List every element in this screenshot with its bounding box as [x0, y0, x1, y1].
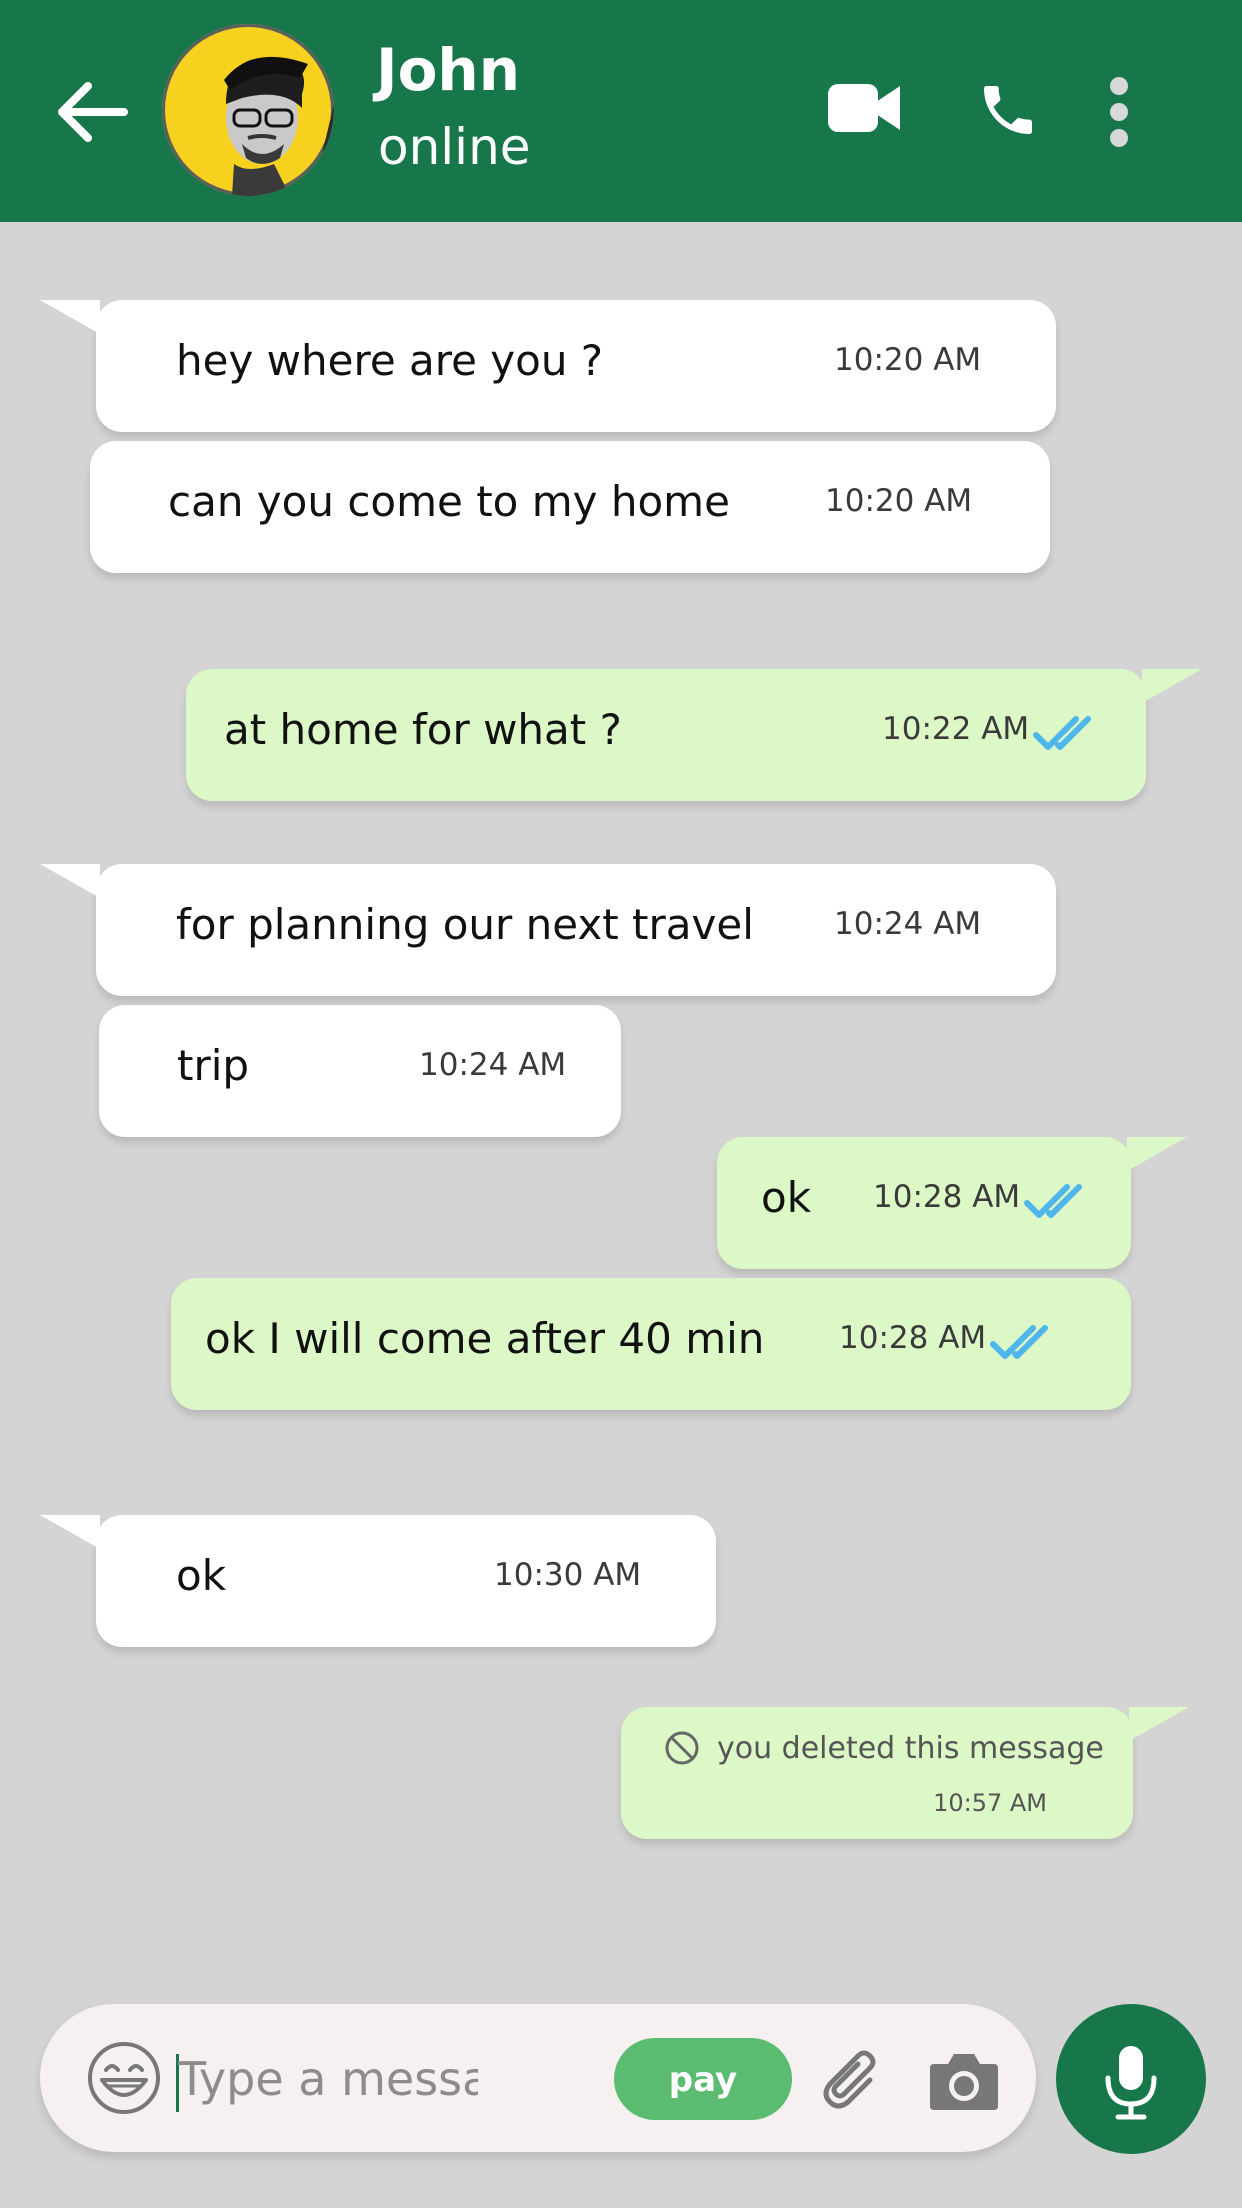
message-text: ok — [176, 1551, 227, 1600]
contact-status: online — [378, 118, 531, 176]
message-text: at home for what ? — [224, 705, 622, 754]
message-outgoing[interactable]: ok I will come after 40 min 10:28 AM — [171, 1278, 1131, 1410]
pay-button[interactable]: pay — [614, 2038, 792, 2120]
bubble-tail — [1129, 1707, 1189, 1741]
bubble-tail — [1127, 1137, 1187, 1171]
microphone-icon — [1105, 2046, 1157, 2120]
phone-icon — [984, 86, 1032, 134]
camera-button[interactable] — [928, 2050, 1000, 2112]
message-outgoing[interactable]: ok 10:28 AM — [717, 1137, 1187, 1269]
message-time: 10:57 AM — [933, 1789, 1047, 1817]
message-incoming[interactable]: ok 10:30 AM — [40, 1515, 716, 1647]
message-time: 10:24 AM — [834, 906, 982, 942]
read-receipt-icon — [990, 1325, 1048, 1359]
voice-record-button[interactable] — [1056, 2004, 1206, 2154]
message-text: can you come to my home — [168, 477, 730, 526]
message-incoming[interactable]: for planning our next travel 10:24 AM — [40, 864, 1056, 996]
video-call-button[interactable] — [826, 80, 902, 136]
message-time: 10:24 AM — [419, 1047, 567, 1083]
emoji-icon — [88, 2042, 160, 2114]
message-time: 10:22 AM — [882, 711, 1030, 747]
message-composer: pay — [40, 2004, 1036, 2152]
message-incoming[interactable]: hey where are you ? 10:20 AM — [40, 300, 1056, 432]
message-time: 10:28 AM — [873, 1179, 1021, 1215]
contact-name[interactable]: John — [376, 36, 520, 104]
message-incoming[interactable]: can you come to my home 10:20 AM — [90, 441, 1050, 573]
more-options-button[interactable] — [1104, 76, 1134, 148]
more-vertical-icon — [1110, 77, 1128, 147]
camera-icon — [930, 2054, 998, 2110]
message-deleted[interactable]: you deleted this message 10:57 AM — [621, 1707, 1189, 1839]
chat-header: John online — [0, 0, 1242, 222]
message-time: 10:20 AM — [825, 483, 973, 519]
arrow-left-icon — [58, 82, 128, 142]
bubble-tail — [1142, 669, 1202, 703]
message-text: trip — [177, 1041, 250, 1090]
message-incoming[interactable]: trip 10:24 AM — [99, 1005, 621, 1137]
message-time: 10:28 AM — [839, 1320, 987, 1356]
paperclip-icon — [823, 2050, 876, 2109]
voice-call-button[interactable] — [976, 78, 1040, 142]
read-receipt-icon — [1033, 716, 1091, 750]
message-text: ok — [761, 1173, 812, 1222]
deleted-message-text: you deleted this message — [717, 1731, 1104, 1766]
message-text: ok I will come after 40 min — [205, 1314, 765, 1363]
back-button[interactable] — [52, 76, 132, 148]
emoji-button[interactable] — [86, 2040, 162, 2116]
message-text: hey where are you ? — [176, 336, 604, 385]
bubble-tail — [40, 300, 100, 334]
bubble-tail — [40, 1515, 100, 1549]
message-outgoing[interactable]: at home for what ? 10:22 AM — [186, 669, 1202, 801]
read-receipt-icon — [1024, 1184, 1082, 1218]
prohibited-icon — [665, 1731, 699, 1765]
avatar-image — [224, 56, 334, 196]
message-time: 10:20 AM — [834, 342, 982, 378]
contact-avatar[interactable] — [162, 24, 334, 196]
attach-button[interactable] — [818, 2044, 888, 2114]
video-camera-icon — [828, 84, 900, 132]
message-text: for planning our next travel — [176, 900, 754, 949]
message-time: 10:30 AM — [494, 1557, 642, 1593]
bubble-tail — [40, 864, 100, 898]
message-input[interactable] — [178, 2044, 478, 2114]
